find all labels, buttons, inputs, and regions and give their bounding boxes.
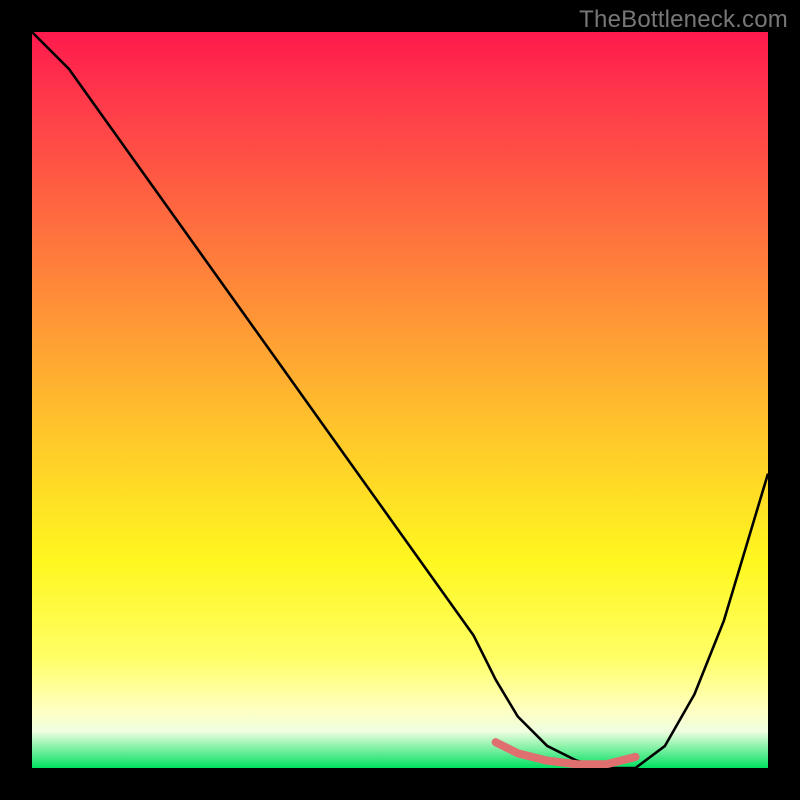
plot-area xyxy=(32,32,768,768)
trough-highlight xyxy=(496,742,636,764)
curve-layer xyxy=(32,32,768,768)
main-curve xyxy=(32,32,768,768)
chart-frame: TheBottleneck.com xyxy=(0,0,800,800)
watermark-text: TheBottleneck.com xyxy=(579,6,788,34)
